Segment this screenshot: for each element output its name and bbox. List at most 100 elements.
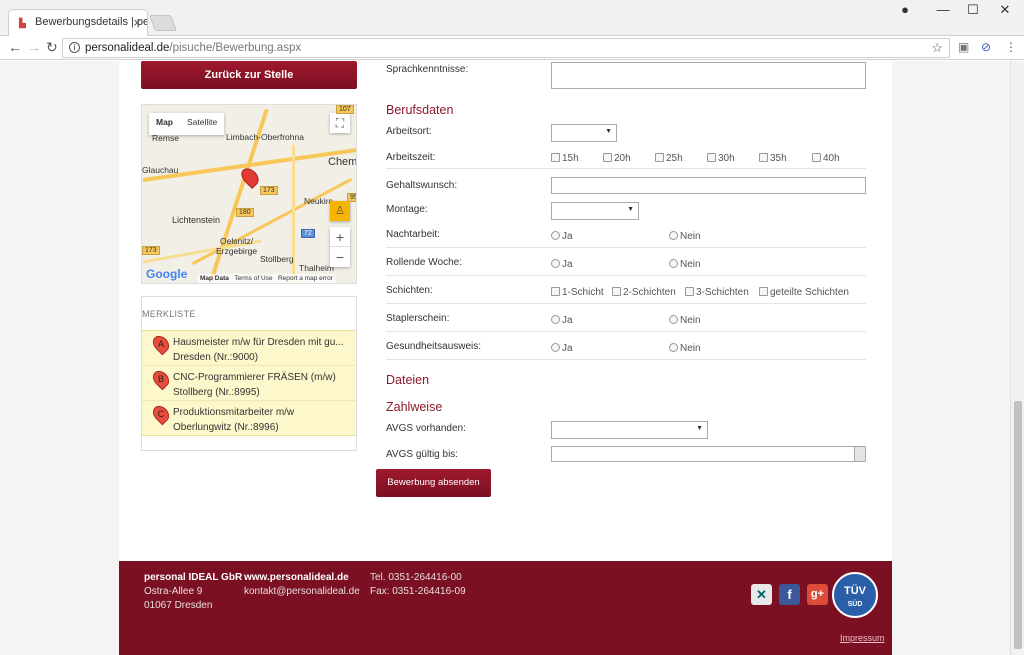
menu-icon[interactable]: ⋮ (1005, 40, 1017, 54)
map-label: Remse (152, 133, 179, 143)
sprachkenntnisse-textarea[interactable] (551, 62, 866, 89)
footer-address: personal IDEAL GbR Ostra-Allee 9 01067 D… (144, 571, 242, 613)
main-content: Zurück zur Stelle Map Satellite ⛶ Remse … (119, 61, 892, 561)
footer-website-link[interactable]: www.personalideal.de (244, 571, 360, 585)
label-nachtarbeit: Nachtarbeit: (386, 229, 440, 240)
arbeitsort-select[interactable] (551, 124, 617, 142)
fullscreen-icon[interactable]: ⛶ (330, 113, 350, 133)
staplerschein-nein-radio[interactable]: Nein (669, 315, 701, 326)
arbeitszeit-40h-checkbox[interactable]: 40h (812, 153, 840, 164)
arbeitszeit-15h-checkbox[interactable]: 15h (551, 153, 579, 164)
footer-city: 01067 Dresden (144, 600, 213, 611)
facebook-icon[interactable]: f (779, 584, 800, 605)
map-label: Stollberg (260, 254, 294, 264)
block-extension-icon[interactable]: ⊘ (981, 40, 991, 54)
map-tab-satellite[interactable]: Satellite (180, 113, 224, 135)
zoom-in-button[interactable]: + (330, 227, 350, 247)
merk-item-title[interactable]: CNC-Programmierer FRÄSEN (m/w) (173, 370, 356, 385)
divider (386, 359, 866, 360)
schichten-3-checkbox[interactable]: 3-Schichten (685, 287, 749, 298)
new-tab-button[interactable] (149, 15, 177, 31)
submit-application-button[interactable]: Bewerbung absenden (376, 469, 491, 497)
tuv-sued-logo: TÜV SÜD (832, 572, 878, 618)
rollende-woche-ja-radio[interactable]: Ja (551, 259, 573, 270)
gesundheitsausweis-ja-radio[interactable]: Ja (551, 343, 573, 354)
staplerschein-ja-radio[interactable]: Ja (551, 315, 573, 326)
map-data-link[interactable]: Map Data (200, 275, 229, 282)
favicon-icon: ▙ (19, 18, 26, 28)
merkliste-panel: MERKLISTE A Hausmeister m/w für Dresden … (141, 296, 357, 451)
map-label: Thalheim (299, 263, 334, 273)
browser-toolbar: ← → ↻ i personalideal.de/pisuche/Bewerbu… (0, 36, 1024, 60)
marker-c-icon: C (149, 402, 173, 426)
map-label: Neukirc (304, 196, 333, 206)
zoom-out-button[interactable]: − (330, 247, 350, 267)
datepicker-icon[interactable] (854, 447, 865, 461)
map-terms-link[interactable]: Terms of Use (234, 275, 272, 282)
address-bar[interactable]: i personalideal.de/pisuche/Bewerbung.asp… (62, 38, 950, 58)
merkliste-title: MERKLISTE (142, 309, 196, 319)
montage-select[interactable] (551, 202, 639, 220)
merkliste-item[interactable]: B CNC-Programmierer FRÄSEN (m/w) Stollbe… (142, 366, 356, 401)
avgs-vorhanden-select[interactable] (551, 421, 708, 439)
impressum-link[interactable]: Impressum (840, 633, 885, 643)
forward-arrow-icon[interactable]: → (27, 39, 41, 55)
close-window-button[interactable]: ✕ (990, 2, 1020, 18)
zoom-control: + − (330, 227, 350, 267)
schichten-2-checkbox[interactable]: 2-Schichten (612, 287, 676, 298)
gesundheitsausweis-nein-radio[interactable]: Nein (669, 343, 701, 354)
scrollbar-thumb[interactable] (1014, 401, 1022, 649)
browser-tab[interactable]: ▙ Bewerbungsdetails | pers × (8, 9, 148, 36)
label-arbeitszeit: Arbeitszeit: (386, 152, 436, 163)
maximize-button[interactable]: ☐ (958, 2, 988, 18)
tab-title: Bewerbungsdetails | pers (35, 16, 148, 28)
footer-email-link[interactable]: kontakt@personalideal.de (244, 585, 360, 599)
map-report-link[interactable]: Report a map error (278, 275, 333, 282)
back-to-job-button[interactable]: Zurück zur Stelle (141, 61, 357, 89)
merkliste-item[interactable]: C Produktionsmitarbeiter m/w Oberlungwit… (142, 401, 356, 436)
nachtarbeit-ja-radio[interactable]: Ja (551, 231, 573, 242)
merk-item-title[interactable]: Hausmeister m/w für Dresden mit gu... (173, 335, 356, 350)
info-icon[interactable]: i (69, 42, 80, 53)
bookmark-star-icon[interactable]: ☆ (931, 40, 943, 56)
minimize-button[interactable]: — (928, 2, 958, 17)
avgs-gueltig-input[interactable] (551, 446, 866, 462)
rollende-woche-nein-radio[interactable]: Nein (669, 259, 701, 270)
schichten-1-checkbox[interactable]: 1-Schicht (551, 287, 604, 298)
nachtarbeit-nein-radio[interactable]: Nein (669, 231, 701, 242)
footer-fax: Fax: 0351-264416-09 (370, 586, 466, 597)
xing-icon[interactable]: ✕ (751, 584, 772, 605)
page-scrollbar[interactable] (1010, 61, 1024, 655)
arbeitszeit-25h-checkbox[interactable]: 25h (655, 153, 683, 164)
divider (386, 275, 866, 276)
merk-item-title[interactable]: Produktionsmitarbeiter m/w (173, 405, 356, 420)
arbeitszeit-35h-checkbox[interactable]: 35h (759, 153, 787, 164)
merk-item-location: Dresden (Nr.:9000) (173, 352, 259, 363)
arbeitszeit-20h-checkbox[interactable]: 20h (603, 153, 631, 164)
extension-icon[interactable]: ▣ (958, 40, 969, 54)
divider (386, 303, 866, 304)
label-montage: Montage: (386, 204, 428, 215)
schichten-geteilt-checkbox[interactable]: geteilte Schichten (759, 287, 849, 298)
map-label: Erzgebirge (216, 246, 258, 256)
reload-icon[interactable]: ↻ (46, 39, 58, 56)
back-arrow-icon[interactable]: ← (8, 39, 22, 55)
merkliste-list: A Hausmeister m/w für Dresden mit gu... … (142, 330, 356, 436)
merk-item-location: Oberlungwitz (Nr.:8996) (173, 422, 279, 433)
marker-a-icon: A (149, 332, 173, 356)
footer-tel: Tel. 0351-264416-00 (370, 572, 462, 583)
pegman-icon[interactable]: ♙ (330, 201, 350, 221)
map-tab-map[interactable]: Map (149, 113, 180, 135)
label-gehaltswunsch: Gehaltswunsch: (386, 180, 458, 191)
footer-street: Ostra-Allee 9 (144, 586, 203, 597)
tab-close-icon[interactable]: × (133, 15, 141, 30)
section-berufsdaten: Berufsdaten (386, 103, 454, 117)
label-schichten: Schichten: (386, 285, 433, 296)
gehaltswunsch-input[interactable] (551, 177, 866, 194)
merkliste-item[interactable]: A Hausmeister m/w für Dresden mit gu... … (142, 331, 356, 366)
arbeitszeit-30h-checkbox[interactable]: 30h (707, 153, 735, 164)
google-plus-icon[interactable]: g+ (807, 584, 828, 605)
road-shield: 173 (142, 246, 160, 255)
profile-icon[interactable]: ● (890, 2, 920, 17)
google-map[interactable]: Map Satellite ⛶ Remse Limbach-Oberfrohna… (141, 104, 357, 284)
